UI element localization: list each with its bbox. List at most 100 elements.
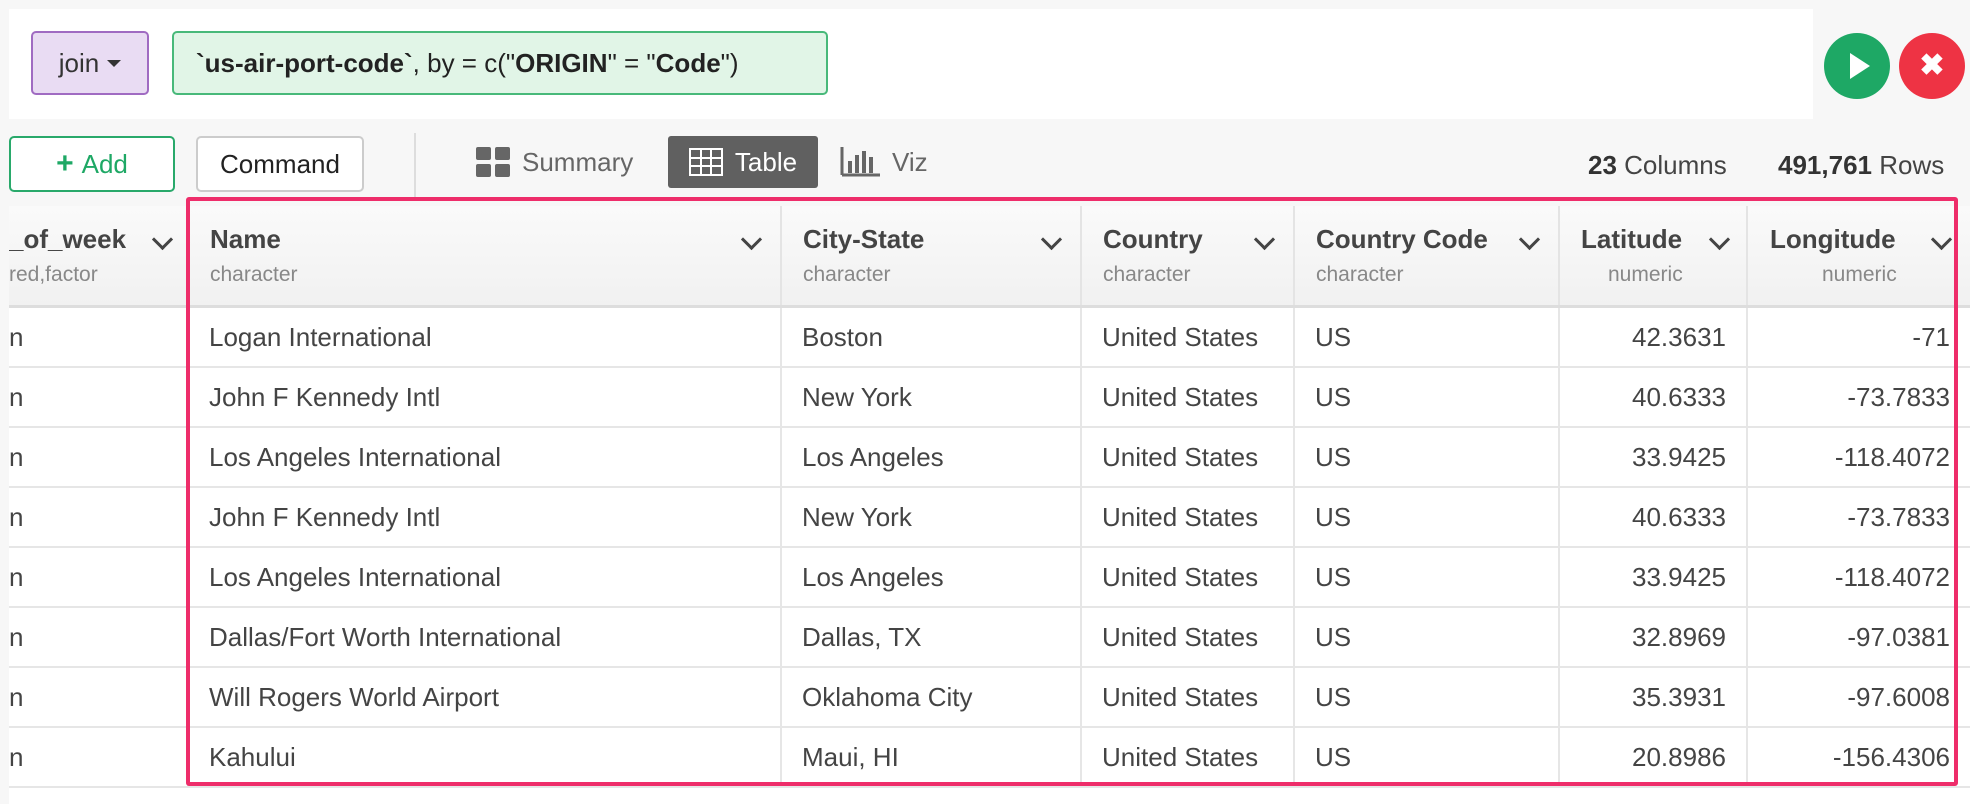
column-header-country[interactable]: Country character: [1082, 206, 1295, 305]
table-row[interactable]: n Los Angeles International Los Angeles …: [9, 548, 1970, 608]
cell-country: United States: [1082, 608, 1295, 666]
table-row[interactable]: n Will Rogers World Airport Oklahoma Cit…: [9, 668, 1970, 728]
expr-origin-key: ORIGIN: [515, 47, 608, 78]
chevron-down-icon[interactable]: [151, 228, 174, 251]
columns-count: 23 Columns: [1588, 150, 1727, 181]
columns-count-value: 23: [1588, 150, 1617, 180]
cancel-button[interactable]: ✖: [1899, 33, 1965, 99]
cell-longitude: -118.4072: [1834, 442, 1950, 472]
column-type: character: [1103, 263, 1191, 286]
cell-day-of-week: n: [9, 728, 189, 786]
table-row[interactable]: n Dallas/Fort Worth International Dallas…: [9, 608, 1970, 668]
column-type: red,factor: [9, 263, 98, 286]
column-name: Longitude: [1770, 224, 1896, 254]
tab-viz[interactable]: Viz: [840, 136, 928, 188]
cell-country: United States: [1082, 728, 1295, 786]
chevron-down-icon[interactable]: [1518, 228, 1541, 251]
cell-day-of-week: n: [9, 488, 189, 546]
cell-longitude: -71: [1912, 322, 1950, 352]
table-row-partial: [9, 788, 1970, 804]
play-icon: [1850, 53, 1870, 79]
column-header-longitude[interactable]: Longitude numeric: [1748, 206, 1970, 305]
cell-latitude: 35.3931: [1560, 668, 1748, 726]
cell-city-state: New York: [782, 368, 1082, 426]
table-row[interactable]: n Kahului Maui, HI United States US 20.8…: [9, 728, 1970, 788]
table-row[interactable]: n John F Kennedy Intl New York United St…: [9, 488, 1970, 548]
tab-table[interactable]: Table: [668, 136, 818, 188]
rows-count-value: 491,761: [1778, 150, 1872, 180]
cell-country: United States: [1082, 428, 1295, 486]
summary-icon: [476, 147, 510, 177]
table-row[interactable]: n John F Kennedy Intl New York United St…: [9, 368, 1970, 428]
column-header-city-state[interactable]: City-State character: [782, 206, 1082, 305]
cell-name: Los Angeles International: [189, 428, 782, 486]
caret-down-icon: [107, 59, 122, 67]
cell-city-state: New York: [782, 488, 1082, 546]
toolbar-divider: [414, 133, 416, 197]
chevron-down-icon[interactable]: [1708, 228, 1731, 251]
chevron-down-icon[interactable]: [740, 228, 763, 251]
add-label: Add: [81, 148, 128, 179]
column-type: character: [803, 263, 891, 286]
cell-name: Kahului: [189, 728, 782, 786]
command-expression-input[interactable]: `us-air-port-code`, by = c(" ORIGIN " = " C…: [172, 31, 828, 95]
plus-icon: +: [56, 147, 74, 180]
rows-count: 491,761 Rows: [1778, 150, 1944, 181]
column-header-day-of-week[interactable]: _of_week red,factor: [9, 206, 189, 305]
rows-count-label: Rows: [1879, 150, 1945, 180]
add-step-button[interactable]: + Add: [9, 136, 175, 192]
cell-city-state: Dallas, TX: [782, 608, 1082, 666]
cell-country: United States: [1082, 308, 1295, 366]
cell-country: United States: [1082, 548, 1295, 606]
cell-country-code: US: [1295, 368, 1560, 426]
chevron-down-icon[interactable]: [1040, 228, 1063, 251]
cell-name: Los Angeles International: [189, 548, 782, 606]
table-icon: [688, 148, 723, 176]
column-name: Latitude: [1581, 224, 1683, 254]
cell-longitude: -73.7833: [1847, 382, 1950, 412]
cell-country-code: US: [1295, 428, 1560, 486]
expr-code-key: Code: [655, 47, 721, 78]
command-bar: join `us-air-port-code`, by = c(" ORIGIN "…: [9, 9, 1813, 119]
tab-summary[interactable]: Summary: [476, 136, 633, 188]
cell-country-code: US: [1295, 728, 1560, 786]
cell-country: United States: [1082, 488, 1295, 546]
tab-summary-label: Summary: [522, 146, 634, 177]
chevron-down-icon[interactable]: [1930, 228, 1953, 251]
cell-longitude: -73.7833: [1847, 502, 1950, 532]
column-header-country-code[interactable]: Country Code character: [1295, 206, 1560, 305]
cell-day-of-week: n: [9, 608, 189, 666]
cell-country-code: US: [1295, 668, 1560, 726]
cell-city-state: Maui, HI: [782, 728, 1082, 786]
table-row[interactable]: n Los Angeles International Los Angeles …: [9, 428, 1970, 488]
column-header-latitude[interactable]: Latitude numeric: [1560, 206, 1748, 305]
command-type-label: join: [58, 47, 100, 78]
columns-count-label: Columns: [1624, 150, 1727, 180]
expr-text: "): [720, 47, 739, 78]
cell-country-code: US: [1295, 308, 1560, 366]
run-button[interactable]: [1824, 33, 1890, 99]
cell-longitude: -156.4306: [1832, 742, 1950, 772]
expr-text: " = ": [607, 47, 656, 78]
cell-country-code: US: [1295, 548, 1560, 606]
column-header-name[interactable]: Name character: [189, 206, 782, 305]
column-name: Country Code: [1316, 224, 1488, 254]
column-name: City-State: [803, 224, 925, 254]
command-button[interactable]: Command: [196, 136, 364, 192]
command-type-dropdown[interactable]: join: [31, 31, 149, 95]
column-type: character: [210, 263, 298, 286]
expr-dataset: `us-air-port-code`: [196, 47, 413, 78]
tab-viz-label: Viz: [892, 146, 928, 177]
data-table: _of_week red,factor Name character City-…: [9, 206, 1970, 804]
cell-day-of-week: n: [9, 308, 189, 366]
cell-name: Dallas/Fort Worth International: [189, 608, 782, 666]
cell-latitude: 33.9425: [1560, 548, 1748, 606]
cell-name: Will Rogers World Airport: [189, 668, 782, 726]
cell-longitude: -118.4072: [1834, 562, 1950, 592]
table-row[interactable]: n Logan International Boston United Stat…: [9, 308, 1970, 368]
cell-latitude: 32.8969: [1560, 608, 1748, 666]
chevron-down-icon[interactable]: [1253, 228, 1276, 251]
cell-latitude: 40.6333: [1560, 488, 1748, 546]
cell-name: John F Kennedy Intl: [189, 368, 782, 426]
cell-latitude: 20.8986: [1560, 728, 1748, 786]
